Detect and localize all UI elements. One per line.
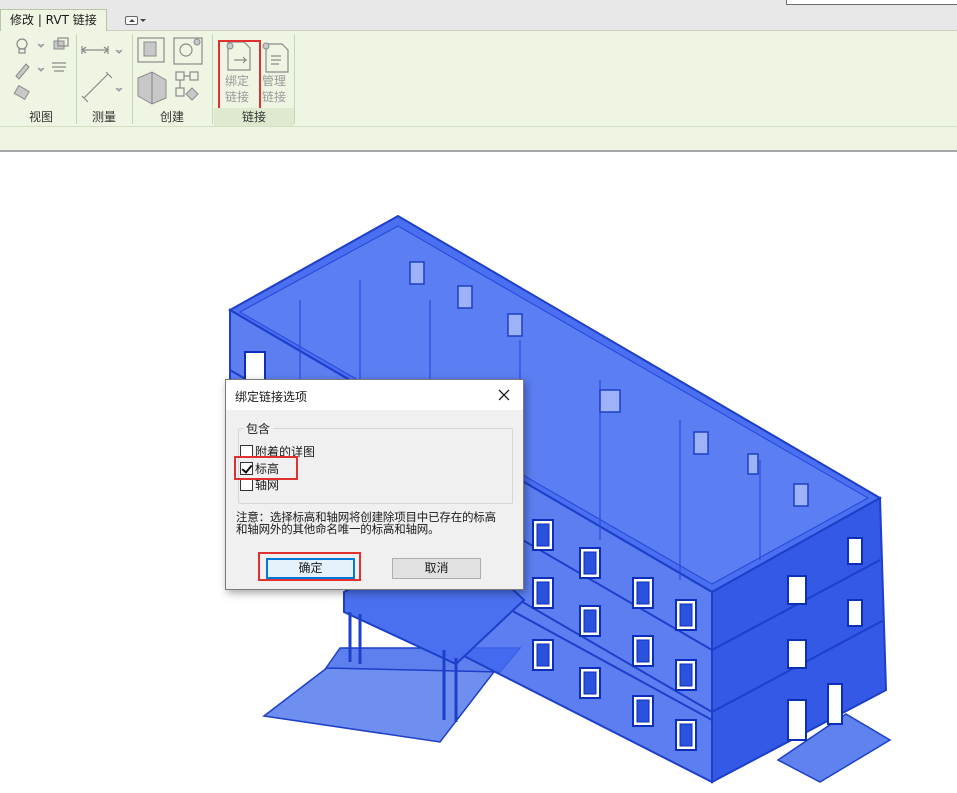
include-group-label: 包含 bbox=[243, 420, 274, 437]
ok-highlight bbox=[258, 552, 361, 581]
group-icon bbox=[175, 71, 199, 101]
bind-link-highlight bbox=[218, 40, 261, 111]
panel-title-link: 链接 bbox=[214, 108, 294, 126]
dialog-title: 绑定链接选项 bbox=[235, 390, 308, 404]
manage-links-label-2: 链接 bbox=[261, 90, 286, 104]
panel-separator bbox=[76, 34, 77, 124]
stack-icon bbox=[53, 37, 69, 50]
chevron-down-icon bbox=[140, 19, 146, 22]
brush-icon bbox=[15, 63, 45, 80]
dimension-icon bbox=[81, 46, 123, 54]
ribbon-tab-bar: 修改 | RVT 链接 bbox=[0, 0, 957, 31]
close-icon[interactable] bbox=[496, 387, 512, 403]
entrance-ramp bbox=[262, 663, 502, 743]
panel-title-measure: 测量 bbox=[91, 110, 116, 124]
cancel-button[interactable]: 取消 bbox=[392, 558, 481, 579]
panel-separator bbox=[294, 34, 295, 124]
wall-icon bbox=[137, 71, 167, 105]
panel-title-view: 视图 bbox=[28, 110, 53, 124]
erase-icon bbox=[13, 84, 30, 101]
create-panel-icons[interactable] bbox=[134, 34, 210, 108]
list-icon bbox=[52, 62, 66, 72]
ruler-icon bbox=[81, 71, 123, 103]
manage-links-button[interactable]: 管理 链接 bbox=[259, 73, 289, 105]
panel-title-create: 创建 bbox=[159, 110, 184, 124]
note-line-2: 和轴网外的其他命名唯一的标高和轴网。 bbox=[236, 522, 440, 536]
panel-toggle-icon bbox=[125, 16, 138, 25]
tab-modify-rvt-link[interactable]: 修改 | RVT 链接 bbox=[0, 9, 107, 31]
manage-links-label: 管理 bbox=[261, 74, 286, 88]
search-input[interactable] bbox=[786, 0, 957, 5]
ribbon-options-bar bbox=[0, 126, 957, 152]
measure-panel-icons[interactable] bbox=[78, 36, 130, 106]
view-panel-icons[interactable] bbox=[10, 36, 74, 106]
lightbulb-icon bbox=[16, 38, 45, 54]
panel-separator bbox=[132, 34, 133, 124]
manage-links-icon bbox=[262, 42, 289, 73]
dialog-title-bar[interactable]: 绑定链接选项 bbox=[226, 380, 523, 410]
panel-separator bbox=[212, 34, 213, 124]
dialog-note: 注意：选择标高和轴网将创建除项目中已存在的标高 和轴网外的其他命名唯一的标高和轴… bbox=[236, 511, 521, 535]
ribbon-minimize-toggle[interactable] bbox=[125, 14, 151, 27]
assembly-icon bbox=[173, 37, 203, 65]
levels-highlight bbox=[234, 456, 298, 480]
bind-link-options-dialog: 绑定链接选项 包含 附着的详图 标高 轴网 注意：选择标高和轴网将创建除项目中已… bbox=[225, 379, 524, 590]
part-icon bbox=[137, 37, 165, 63]
